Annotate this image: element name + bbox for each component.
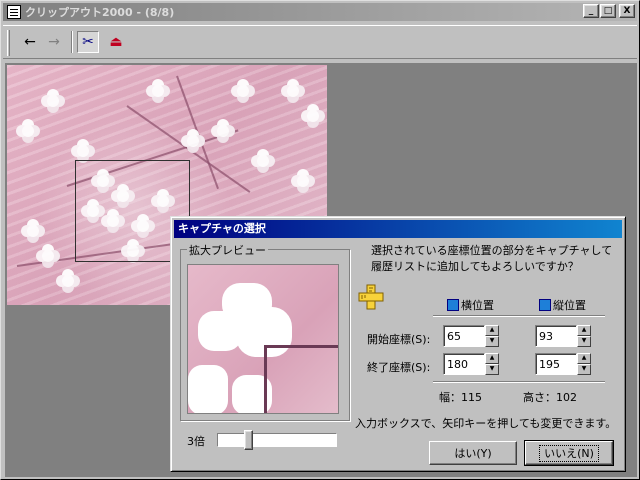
preview-petal [188, 365, 228, 413]
spin-down[interactable]: ▼ [577, 364, 591, 375]
width-readout: 幅：115 [439, 391, 482, 404]
spin-up[interactable]: ▲ [577, 325, 591, 336]
zoom-slider-track[interactable] [217, 433, 337, 447]
start-y-input[interactable] [535, 325, 577, 347]
message-line-1: 選択されている座標位置の部分をキャプチャして [371, 244, 613, 257]
forward-arrow-icon: → [48, 34, 60, 50]
blossom [217, 125, 229, 137]
zoom-preview [187, 264, 339, 414]
vertical-header: 縦位置 [539, 297, 586, 313]
no-button[interactable]: いいえ(N) [524, 440, 614, 466]
blossom [42, 250, 54, 262]
blossom [22, 125, 34, 137]
horizontal-header: 横位置 [447, 297, 494, 313]
horizontal-position-icon [447, 299, 459, 311]
start-x-spinner[interactable]: ▲ ▼ [485, 325, 499, 347]
start-y-field: ▲▼ [535, 325, 591, 347]
blossom [307, 110, 319, 122]
back-button[interactable]: ← [19, 31, 41, 53]
blossom [237, 85, 249, 97]
spin-down[interactable]: ▼ [577, 336, 591, 347]
minimize-button[interactable]: _ [583, 4, 599, 18]
vertical-position-icon [539, 299, 551, 311]
ruler-icon [358, 284, 384, 310]
dialog-title[interactable]: キャプチャの選択 [174, 220, 622, 238]
toolbar-separator [71, 31, 73, 53]
end-x-input[interactable] [443, 353, 485, 375]
capture-button[interactable]: ✂ [77, 31, 99, 53]
blossom [187, 135, 199, 147]
confirm-message: 選択されている座標位置の部分をキャプチャして 履歴リストに追加してもよろしいです… [371, 243, 621, 275]
zoom-label: 3倍 [187, 435, 205, 448]
end-y-input[interactable] [535, 353, 577, 375]
blossom [62, 275, 74, 287]
yes-button-label: はい(Y) [454, 447, 492, 460]
header-divider [433, 315, 605, 317]
preview-petal [198, 311, 242, 351]
start-x-input[interactable] [443, 325, 485, 347]
toolbar: ← → ✂ ⏏ [3, 25, 637, 59]
spin-up[interactable]: ▲ [577, 353, 591, 364]
close-button[interactable]: X [619, 4, 635, 18]
toolbar-grip[interactable] [7, 30, 10, 56]
back-arrow-icon: ← [24, 34, 36, 50]
size-divider [433, 381, 605, 383]
blossom [287, 85, 299, 97]
maximize-button[interactable]: □ [600, 4, 616, 18]
blossom [257, 155, 269, 167]
exit-door-icon: ⏏ [109, 34, 123, 50]
end-y-field: ▲▼ [535, 353, 591, 375]
end-coord-label: 終了座標(S): [367, 361, 431, 374]
capture-dialog: キャプチャの選択 拡大プレビュー 3倍 選択されている座標位置の部分をキャプチャ… [170, 216, 626, 472]
start-x-field: ▲▼ [443, 325, 499, 347]
preview-selection-edge [266, 345, 338, 348]
zoom-slider-thumb[interactable] [244, 430, 253, 450]
scissors-icon: ✂ [82, 34, 94, 50]
blossom [297, 175, 309, 187]
main-titlebar[interactable]: クリップアウト2000 - (8/8) _ □ X [3, 3, 637, 21]
window-title: クリップアウト2000 - (8/8) [25, 6, 175, 19]
blossom [152, 85, 164, 97]
preview-selection-edge [264, 345, 267, 413]
no-button-label: いいえ(N) [539, 445, 599, 462]
height-readout: 高さ：102 [523, 391, 577, 404]
end-y-spinner[interactable]: ▲ ▼ [577, 353, 591, 375]
message-line-2: 履歴リストに追加してもよろしいですか？ [371, 260, 579, 273]
spin-down[interactable]: ▼ [485, 364, 499, 375]
spin-down[interactable]: ▼ [485, 336, 499, 347]
start-coord-label: 開始座標(S): [367, 333, 431, 346]
hint-text: 入力ボックスで、矢印キーを押しても変更できます。 [355, 417, 617, 430]
blossom [27, 225, 39, 237]
spin-up[interactable]: ▲ [485, 353, 499, 364]
app-notepad-icon [7, 5, 21, 19]
end-x-spinner[interactable]: ▲ ▼ [485, 353, 499, 375]
start-y-spinner[interactable]: ▲ ▼ [577, 325, 591, 347]
preview-group: 拡大プレビュー [180, 242, 350, 421]
forward-button[interactable]: → [43, 31, 65, 53]
end-x-field: ▲▼ [443, 353, 499, 375]
zoom-slider[interactable] [217, 430, 337, 450]
blossom [47, 95, 59, 107]
spin-up[interactable]: ▲ [485, 325, 499, 336]
vertical-header-label: 縦位置 [553, 299, 586, 312]
horizontal-header-label: 横位置 [461, 299, 494, 312]
blossom [77, 145, 89, 157]
yes-button[interactable]: はい(Y) [429, 441, 517, 465]
preview-label: 拡大プレビュー [187, 242, 268, 258]
exit-button[interactable]: ⏏ [105, 31, 127, 53]
